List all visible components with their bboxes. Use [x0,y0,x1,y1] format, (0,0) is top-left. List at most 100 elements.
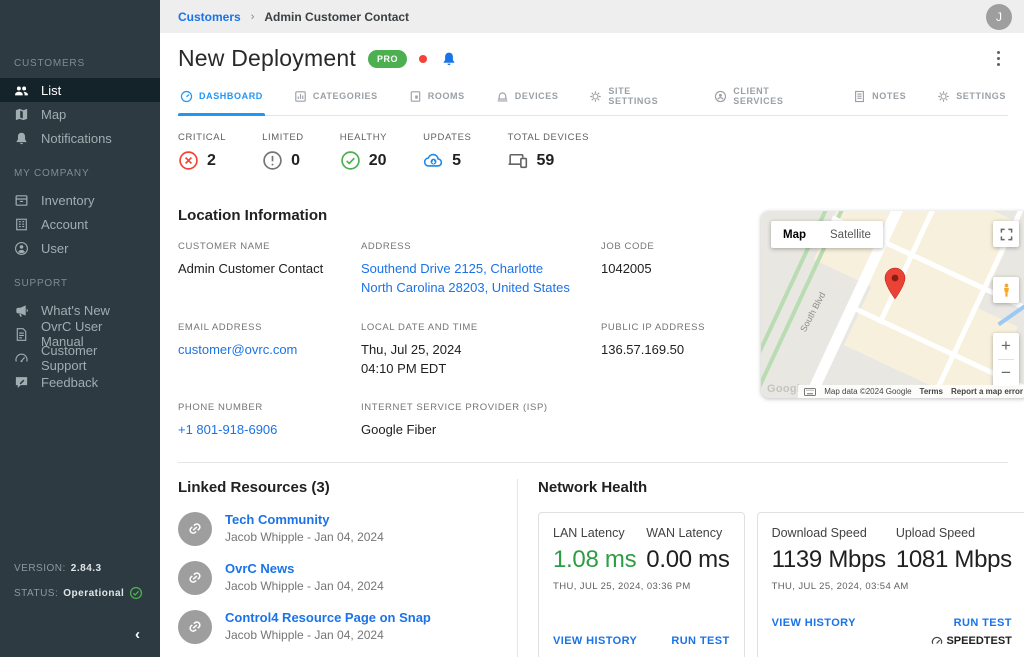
tab-devices[interactable]: DEVICES [494,86,561,115]
section-label-customers: CUSTOMERS [0,58,160,69]
speedtest-gauge-icon [931,635,943,647]
building-icon [14,217,29,232]
tab-client-services[interactable]: CLIENT SERVICES [712,86,824,115]
pegman-icon [1000,283,1013,298]
sidebar-item-feedback[interactable]: Feedback [0,370,160,394]
sidebar-item-customer-support[interactable]: Customer Support [0,346,160,370]
map-button[interactable]: Map [771,221,818,248]
tab-bar: DASHBOARD CATEGORIES ROOMS DEVICES SITE … [178,86,1008,116]
pegman-button[interactable] [993,277,1019,303]
people-icon [14,83,29,98]
tab-dashboard[interactable]: DASHBOARD [178,86,265,115]
stat-value: 5 [452,152,461,170]
datetime-line2: 04:10 PM EDT [361,361,446,376]
field-label: LOCAL DATE AND TIME [361,322,601,333]
view-history-link[interactable]: VIEW HISTORY [553,635,637,647]
report-map-error-link[interactable]: Report a map error [951,387,1023,396]
resource-list-item: OvrC News Jacob Whipple - Jan 04, 2024 [178,561,499,595]
user-icon [14,241,29,256]
sidebar-collapse-chevron-icon[interactable]: ‹ [14,612,146,649]
satellite-button[interactable]: Satellite [818,221,883,248]
field-label: INTERNET SERVICE PROVIDER (ISP) [361,402,601,413]
stat-value: 20 [369,152,387,170]
field-email: EMAIL ADDRESS customer@ovrc.com [178,322,361,379]
critical-icon [178,150,199,171]
sidebar-item-map[interactable]: Map [0,102,160,126]
tab-settings[interactable]: SETTINGS [935,86,1008,115]
run-test-link[interactable]: RUN TEST [671,635,729,647]
tab-label: SETTINGS [956,91,1006,101]
rooms-icon [409,90,422,103]
zoom-in-button[interactable]: + [993,333,1019,359]
kebab-menu-icon[interactable] [993,47,1005,71]
field-value: Google Fiber [361,421,601,440]
resource-link[interactable]: OvrC News [225,561,384,576]
gauge-icon [14,351,29,366]
field-value: Admin Customer Contact [178,260,361,279]
breadcrumb-root[interactable]: Customers [178,10,241,24]
stat-value: 2 [207,152,216,170]
field-phone: PHONE NUMBER +1 801-918-6906 [178,402,361,440]
inventory-icon [14,193,29,208]
terms-link[interactable]: Terms [920,387,943,396]
speedtest-branding[interactable]: SPEEDTEST [772,635,1012,647]
section-label-my-company: MY COMPANY [0,168,160,179]
latency-timestamp: THU, JUL 25, 2024, 03:36 PM [553,581,730,592]
link-icon [178,512,212,546]
map-pin-icon [883,267,907,301]
tab-rooms[interactable]: ROOMS [407,86,467,115]
field-label: ADDRESS [361,241,601,252]
tab-categories[interactable]: CATEGORIES [292,86,380,115]
sidebar-item-account[interactable]: Account [0,212,160,236]
version-label: VERSION: [14,563,66,574]
tab-notes[interactable]: NOTES [851,86,908,115]
fullscreen-button[interactable] [993,221,1019,247]
zoom-out-button[interactable]: − [993,360,1019,386]
location-section: Location Information CUSTOMER NAME Admin… [178,207,1008,440]
sidebar-item-label: Feedback [41,375,98,390]
lan-latency-label: LAN Latency [553,526,636,540]
location-heading: Location Information [178,207,761,224]
map-type-buttons: Map Satellite [771,221,883,248]
document-icon [14,327,29,342]
version-row: VERSION: 2.84.3 [14,563,146,574]
sidebar-item-label: Account [41,217,88,232]
status-value: Operational [63,588,124,599]
sidebar-item-label: Notifications [41,131,112,146]
email-link[interactable]: customer@ovrc.com [178,342,297,357]
alert-dot [419,55,427,63]
sidebar-item-notifications[interactable]: Notifications [0,126,160,150]
sidebar-item-user[interactable]: User [0,236,160,260]
field-local-datetime: LOCAL DATE AND TIME Thu, Jul 25, 2024 04… [361,322,601,379]
view-history-link[interactable]: VIEW HISTORY [772,617,856,629]
phone-link[interactable]: +1 801-918-6906 [178,422,277,437]
page-title: New Deployment [178,45,356,72]
map-canvas[interactable]: South Blvd Map Satellite [761,211,1024,398]
field-label: JOB CODE [601,241,761,252]
tab-label: DEVICES [515,91,559,101]
tab-label: SITE SETTINGS [608,86,683,106]
resource-link[interactable]: Tech Community [225,512,384,527]
limited-icon [262,150,283,171]
resource-list-item: Control4 Resource Page on Snap Jacob Whi… [178,610,499,644]
field-isp: INTERNET SERVICE PROVIDER (ISP) Google F… [361,402,601,440]
site-settings-gear-icon [589,90,602,103]
address-link[interactable]: Southend Drive 2125, Charlotte North Car… [361,261,570,295]
address-line1: Southend Drive 2125, Charlotte [361,261,543,276]
tab-label: CATEGORIES [313,91,378,101]
feedback-icon [14,375,29,390]
address-line2: North Carolina 28203, United States [361,280,570,295]
tab-site-settings[interactable]: SITE SETTINGS [587,86,685,115]
field-label: CUSTOMER NAME [178,241,361,252]
run-test-link[interactable]: RUN TEST [954,617,1012,629]
user-avatar[interactable]: J [986,4,1012,30]
sidebar-item-inventory[interactable]: Inventory [0,188,160,212]
sidebar-item-label: Map [41,107,66,122]
map-icon [14,107,29,122]
resource-link[interactable]: Control4 Resource Page on Snap [225,610,431,625]
device-status-summary: CRITICAL 2 LIMITED 0 HEALTHY [178,132,1008,171]
tab-label: NOTES [872,91,906,101]
sidebar-item-list[interactable]: List [0,78,160,102]
notification-bell-icon[interactable] [441,51,457,67]
sidebar: CUSTOMERS List Map Notifications MY COMP… [0,0,160,657]
